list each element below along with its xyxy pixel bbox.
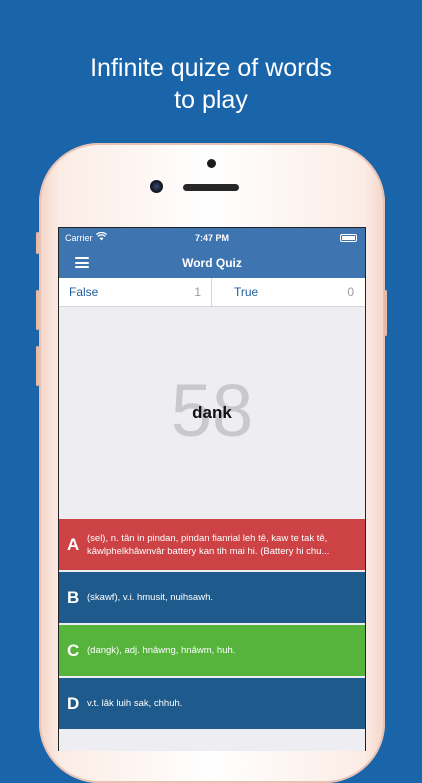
phone-sensor bbox=[207, 159, 216, 168]
answer-letter: C bbox=[67, 641, 80, 660]
status-bar: Carrier 7:47 PM bbox=[59, 228, 365, 248]
answer-letter: B bbox=[67, 588, 80, 607]
answer-option-d[interactable]: D v.t. lâk luih sak, chhuh. bbox=[59, 678, 365, 729]
app-screen: Carrier 7:47 PM Word Quiz False 1 True 0… bbox=[58, 227, 366, 751]
answer-option-a[interactable]: A (sel), n. tân in pindan, pindan fianri… bbox=[59, 519, 365, 570]
phone-camera bbox=[150, 180, 163, 193]
answer-option-b[interactable]: B (skawf), v.i. hmusit, nuihsawh. bbox=[59, 572, 365, 623]
answer-text: v.t. lâk luih sak, chhuh. bbox=[87, 698, 183, 709]
promo-headline: Infinite quize of words to play bbox=[0, 52, 422, 116]
phone-speaker bbox=[183, 184, 239, 191]
nav-title: Word Quiz bbox=[182, 256, 242, 270]
true-label: True bbox=[234, 285, 259, 299]
promo-line-2: to play bbox=[174, 86, 248, 114]
quiz-word: dank bbox=[192, 403, 232, 422]
answer-letter: D bbox=[67, 694, 80, 713]
phone-mute-switch bbox=[36, 232, 39, 254]
battery-icon bbox=[340, 234, 357, 242]
answer-text: (sel), n. tân in pindan, pindan fianrial… bbox=[87, 532, 330, 557]
phone-power-button bbox=[384, 290, 387, 336]
question-area: 58 dank bbox=[59, 307, 365, 519]
true-count: 0 bbox=[347, 285, 354, 299]
answer-letter: A bbox=[67, 535, 80, 554]
promo-line-1: Infinite quize of words bbox=[90, 54, 332, 82]
phone-volume-down bbox=[36, 346, 39, 386]
phone-volume-up bbox=[36, 290, 39, 330]
false-count: 1 bbox=[194, 285, 201, 299]
answer-option-c[interactable]: C (dangk), adj. hnâwng, hnâwm, huh. bbox=[59, 625, 365, 676]
false-label: False bbox=[69, 285, 99, 299]
bottom-strip bbox=[59, 731, 365, 751]
nav-bar: Word Quiz bbox=[59, 248, 365, 278]
true-score: True 0 bbox=[212, 278, 364, 306]
score-bar: False 1 True 0 bbox=[59, 278, 365, 307]
answer-text: (skawf), v.i. hmusit, nuihsawh. bbox=[87, 592, 214, 603]
false-score: False 1 bbox=[59, 278, 212, 306]
answer-text: (dangk), adj. hnâwng, hnâwm, huh. bbox=[87, 645, 236, 656]
status-time: 7:47 PM bbox=[194, 233, 229, 243]
